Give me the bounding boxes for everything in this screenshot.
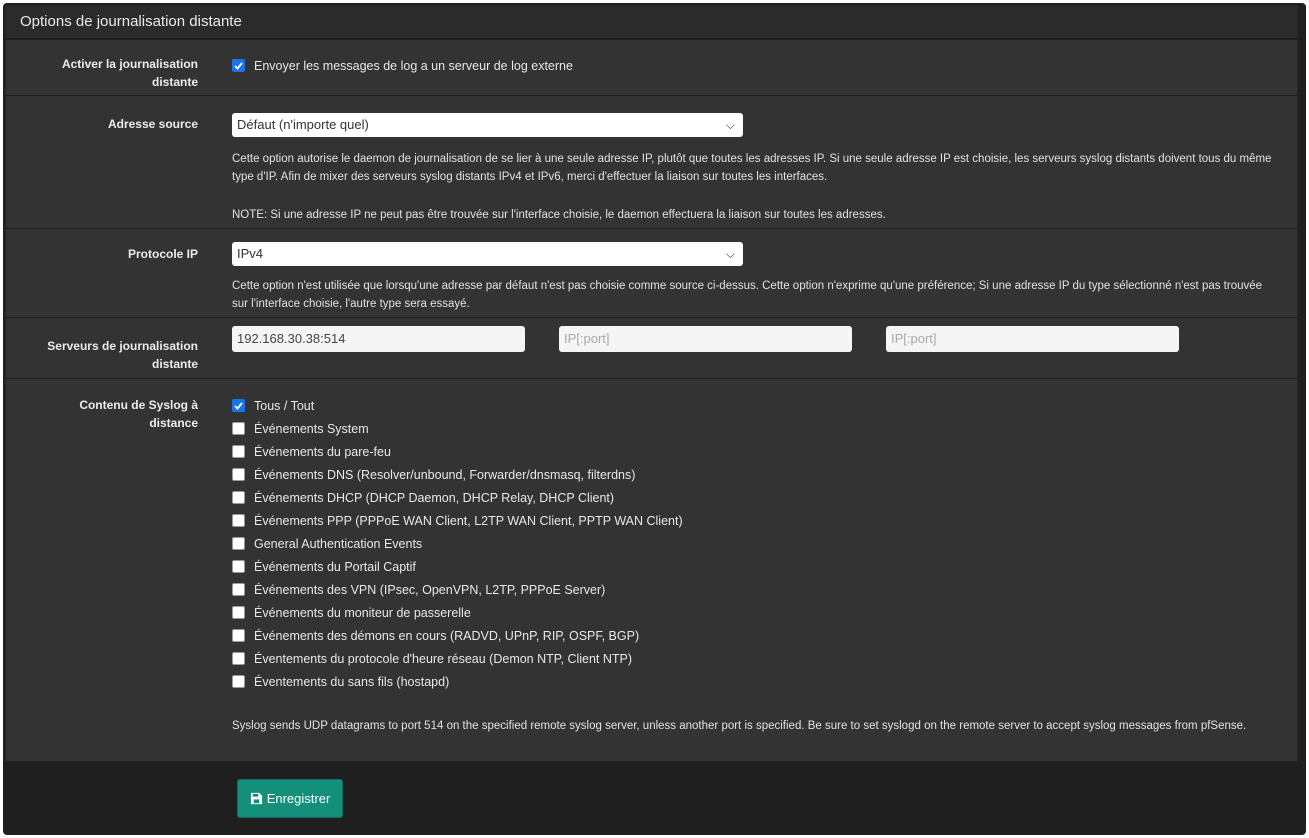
syslog-option-label: Événements du moniteur de passerelle [254,605,471,620]
syslog-contents-row: Contenu de Syslog à distance Tous / Tout… [6,378,1297,762]
syslog-option-row[interactable]: Événements du moniteur de passerelle [232,601,1277,624]
syslog-option-row[interactable]: Éventements du protocole d'heure réseau … [232,647,1277,670]
syslog-option-checkbox[interactable] [232,445,245,458]
syslog-option-checkbox[interactable] [232,422,245,435]
enable-remote-logging-row: Activer la journalisation distante Envoy… [6,39,1297,96]
ip-protocol-row: Protocole IP IPv4 ⌵ Cette option n'est u… [6,228,1297,318]
source-address-help: Cette option autorise le daemon de journ… [232,153,1272,183]
syslog-option-checkbox[interactable] [232,675,245,688]
syslog-option-checkbox[interactable] [232,652,245,665]
remote-logging-panel: Options de journalisation distante Activ… [5,5,1298,762]
ip-protocol-label: Protocole IP [127,247,198,261]
syslog-option-row[interactable]: Tous / Tout [232,394,1277,417]
syslog-option-label: Événements des VPN (IPsec, OpenVPN, L2TP… [254,582,606,597]
syslog-option-checkbox[interactable] [232,629,245,642]
syslog-option-checkbox[interactable] [232,468,245,481]
syslog-option-label: Éventements du protocole d'heure réseau … [254,651,633,666]
syslog-option-row[interactable]: Événements du Portail Captif [232,555,1277,578]
syslog-option-row[interactable]: General Authentication Events [232,532,1277,555]
syslog-option-row[interactable]: Événements du pare-feu [232,440,1277,463]
source-address-selected-value: Défaut (n'importe quel) [237,117,369,132]
floppy-disk-icon [250,792,262,805]
syslog-option-row[interactable]: Événements des démons en cours (RADVD, U… [232,624,1277,647]
syslog-option-row[interactable]: Événements DHCP (DHCP Daemon, DHCP Relay… [232,486,1277,509]
save-button[interactable]: Enregistrer [237,779,343,818]
syslog-option-checkbox[interactable] [232,560,245,573]
enable-remote-logging-checkbox-row[interactable]: Envoyer les messages de log a un serveur… [232,54,1277,77]
chevron-down-icon: ⌵ [725,247,735,261]
syslog-option-checkbox[interactable] [232,583,245,596]
syslog-option-checkbox[interactable] [232,399,245,412]
syslog-option-label: Éventements du sans fils (hostapd) [254,674,450,689]
ip-protocol-selected-value: IPv4 [237,246,264,261]
syslog-option-label: Événements des démons en cours (RADVD, U… [254,628,640,643]
syslog-option-checkbox[interactable] [232,537,245,550]
syslog-option-label: Événements System [254,421,369,436]
enable-remote-logging-checkbox[interactable] [232,59,245,72]
source-address-select[interactable]: Défaut (n'importe quel) ⌵ [232,113,743,137]
syslog-option-row[interactable]: Éventements du sans fils (hostapd) [232,670,1277,693]
syslog-option-row[interactable]: Événements System [232,417,1277,440]
syslog-option-row[interactable]: Événements des VPN (IPsec, OpenVPN, L2TP… [232,578,1277,601]
enable-remote-logging-checkbox-label: Envoyer les messages de log a un serveur… [254,58,573,73]
syslog-option-label: Événements du pare-feu [254,444,391,459]
syslog-option-label: Événements DHCP (DHCP Daemon, DHCP Relay… [254,490,615,505]
syslog-option-checkbox[interactable] [232,514,245,527]
syslog-option-row[interactable]: Événements PPP (PPPoE WAN Client, L2TP W… [232,509,1277,532]
syslog-contents-list: Tous / Tout Événements System Événements d… [232,394,1277,693]
syslog-option-checkbox[interactable] [232,491,245,504]
syslog-option-label: Événements du Portail Captif [254,559,416,574]
syslog-contents-label: Contenu de Syslog à distance [79,398,198,430]
enable-remote-logging-label: Activer la journalisation distante [61,57,198,89]
source-address-note: NOTE: Si une adresse IP ne peut pas être… [232,209,886,221]
syslog-option-label: General Authentication Events [254,536,423,551]
remote-server-2-input[interactable]: IP[:port] [559,326,852,352]
syslog-option-label: Événements PPP (PPPoE WAN Client, L2TP W… [254,513,683,528]
page-frame: Options de journalisation distante Activ… [3,3,1306,835]
syslog-option-checkbox[interactable] [232,606,245,619]
save-button-label: Enregistrer [266,791,331,806]
source-address-row: Adresse source Défaut (n'importe quel) ⌵… [6,95,1297,229]
syslog-option-label: Tous / Tout [254,398,315,413]
ip-protocol-help: Cette option n'est utilisée que lorsqu'u… [232,280,1263,310]
chevron-down-icon: ⌵ [725,118,735,132]
remote-server-1-input[interactable]: 192.168.30.38:514 [232,326,525,352]
syslog-help: Syslog sends UDP datagrams to port 514 o… [232,720,1247,732]
remote-server-3-input[interactable]: IP[:port] [886,326,1179,352]
ip-protocol-select[interactable]: IPv4 ⌵ [232,242,743,266]
remote-servers-label: Serveurs de journalisation distante [47,339,198,371]
syslog-option-label: Événements DNS (Resolver/unbound, Forwar… [254,467,636,482]
source-address-label: Adresse source [107,117,198,131]
panel-title: Options de journalisation distante [6,6,1297,39]
remote-servers-row: Serveurs de journalisation distante 192.… [6,317,1297,379]
syslog-option-row[interactable]: Événements DNS (Resolver/unbound, Forwar… [232,463,1277,486]
